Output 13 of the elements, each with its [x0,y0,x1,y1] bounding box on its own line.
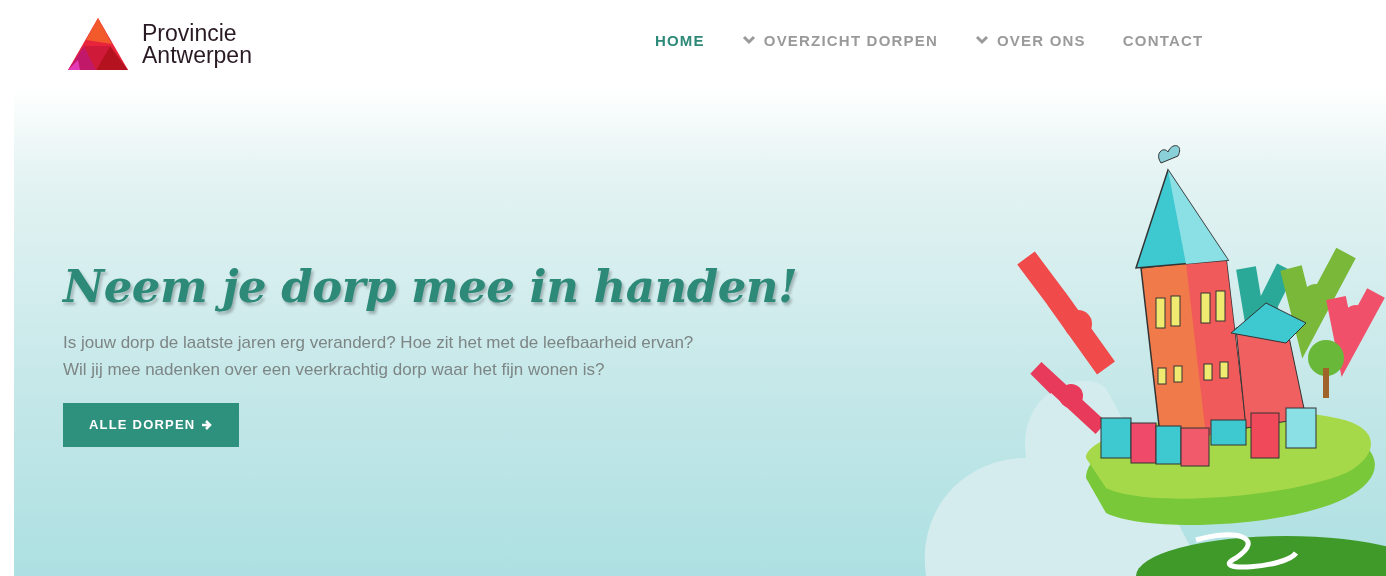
chevron-down-icon [741,35,756,45]
chevron-down-icon [975,35,989,45]
nav-link[interactable]: OVER ONS [975,31,1086,49]
logo-icon [66,16,130,72]
all-villages-button[interactable]: ALLE DORPEN [63,402,240,447]
hero-intro-text: Is jouw dorp de laatste jaren erg veranderd? Hoe zit het met de leefbaarheid ervan? Wil jij mee nadenken over een veerkrachtig dorp waar het fijn wonen is? [63,331,695,381]
arrow-right-icon [201,418,214,431]
logo-text: Provincie [142,22,238,44]
nav-link[interactable]: CONTACT [1122,31,1204,49]
nav-link[interactable]: HOME [654,31,705,49]
logo-text: Antwerpen [142,44,252,66]
nav-link[interactable]: OVERZICHT DORPEN [741,31,938,49]
hero-heading: Neem je dorp mee in handen! [61,259,799,315]
